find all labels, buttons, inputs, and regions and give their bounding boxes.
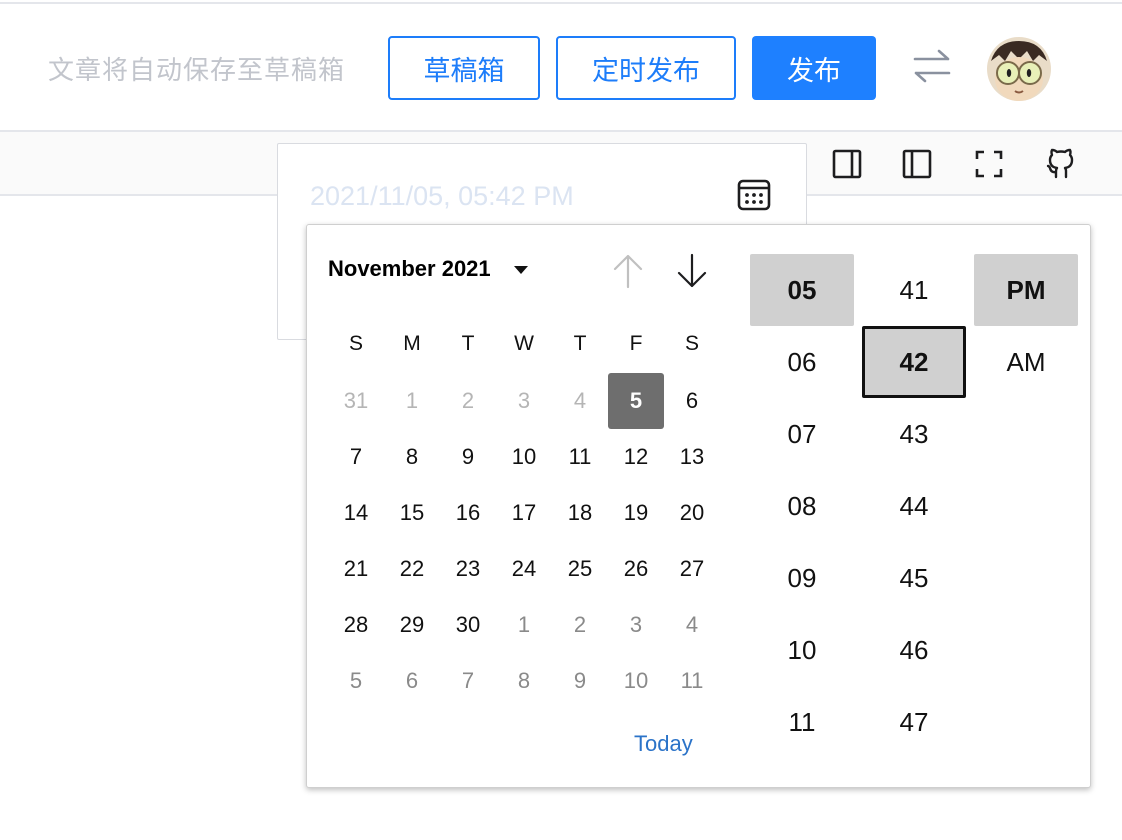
- calendar-day[interactable]: 4: [552, 373, 608, 429]
- calendar-day[interactable]: 10: [608, 653, 664, 709]
- split-left-icon[interactable]: [900, 147, 934, 181]
- calendar-day[interactable]: 8: [496, 653, 552, 709]
- hour-option[interactable]: 07: [750, 398, 854, 470]
- calendar-day[interactable]: 12: [608, 429, 664, 485]
- publish-button[interactable]: 发布: [752, 36, 876, 100]
- calendar-day[interactable]: 25: [552, 541, 608, 597]
- hour-option[interactable]: 11: [750, 686, 854, 758]
- calendar-day[interactable]: 18: [552, 485, 608, 541]
- hour-option[interactable]: 06: [750, 326, 854, 398]
- calendar-day[interactable]: 9: [552, 653, 608, 709]
- datetime-input[interactable]: [310, 176, 710, 216]
- period-option[interactable]: PM: [974, 254, 1078, 326]
- weekday-label: W: [514, 332, 534, 355]
- calendar-day[interactable]: 31: [328, 373, 384, 429]
- calendar-day[interactable]: 2: [552, 597, 608, 653]
- calendar-day[interactable]: 11: [552, 429, 608, 485]
- calendar-day[interactable]: 11: [664, 653, 720, 709]
- calendar-day[interactable]: 7: [440, 653, 496, 709]
- hour-option[interactable]: 05: [750, 254, 854, 326]
- weekday-label: S: [348, 332, 363, 355]
- calendar-day[interactable]: 19: [608, 485, 664, 541]
- drafts-button[interactable]: 草稿箱: [388, 36, 540, 100]
- avatar-image: [987, 37, 1051, 101]
- split-right-icon[interactable]: [830, 147, 864, 181]
- fullscreen-icon[interactable]: [972, 147, 1006, 181]
- calendar-day[interactable]: 28: [328, 597, 384, 653]
- minute-option[interactable]: 44: [862, 470, 966, 542]
- calendar-day[interactable]: 6: [384, 653, 440, 709]
- schedule-publish-button[interactable]: 定时发布: [556, 36, 736, 100]
- minute-option[interactable]: 42: [862, 326, 966, 398]
- calendar-day[interactable]: 4: [664, 597, 720, 653]
- calendar-day[interactable]: 9: [440, 429, 496, 485]
- avatar[interactable]: [987, 37, 1051, 101]
- arrow-up-icon[interactable]: [610, 252, 646, 290]
- arrow-down-icon[interactable]: [674, 252, 710, 290]
- weekday-label: S: [684, 332, 699, 355]
- weekday-label: M: [403, 332, 421, 355]
- calendar-day[interactable]: 8: [384, 429, 440, 485]
- calendar-day[interactable]: 1: [384, 373, 440, 429]
- weekday-label: T: [573, 332, 587, 355]
- calendar-day[interactable]: 20: [664, 485, 720, 541]
- calendar-day[interactable]: 1: [496, 597, 552, 653]
- calendar-icon[interactable]: [736, 176, 772, 212]
- minute-option[interactable]: 43: [862, 398, 966, 470]
- calendar-day[interactable]: 17: [496, 485, 552, 541]
- period-option[interactable]: AM: [974, 326, 1078, 398]
- autosave-hint: 文章将自动保存至草稿箱: [48, 55, 346, 85]
- hour-option[interactable]: 09: [750, 542, 854, 614]
- caret-down-icon[interactable]: [514, 266, 528, 274]
- calendar-day[interactable]: 3: [496, 373, 552, 429]
- calendar-day[interactable]: 30: [440, 597, 496, 653]
- hour-option[interactable]: 10: [750, 614, 854, 686]
- month-year-selector[interactable]: November 2021: [328, 256, 491, 282]
- calendar-day[interactable]: 13: [664, 429, 720, 485]
- calendar-day[interactable]: 5: [608, 373, 664, 429]
- weekday-label: F: [629, 332, 643, 355]
- calendar-day[interactable]: 7: [328, 429, 384, 485]
- swap-arrows-icon[interactable]: [910, 46, 954, 86]
- calendar-day[interactable]: 21: [328, 541, 384, 597]
- calendar-day[interactable]: 24: [496, 541, 552, 597]
- hour-option[interactable]: 08: [750, 470, 854, 542]
- today-button[interactable]: Today: [634, 731, 693, 757]
- calendar-day[interactable]: 16: [440, 485, 496, 541]
- calendar-day[interactable]: 15: [384, 485, 440, 541]
- github-icon[interactable]: [1044, 147, 1078, 181]
- calendar-day[interactable]: 2: [440, 373, 496, 429]
- minute-option[interactable]: 46: [862, 614, 966, 686]
- calendar-day[interactable]: 27: [664, 541, 720, 597]
- calendar-day[interactable]: 14: [328, 485, 384, 541]
- calendar-day[interactable]: 6: [664, 373, 720, 429]
- calendar-day[interactable]: 29: [384, 597, 440, 653]
- calendar-day[interactable]: 22: [384, 541, 440, 597]
- calendar-day[interactable]: 3: [608, 597, 664, 653]
- minute-option[interactable]: 45: [862, 542, 966, 614]
- calendar-day[interactable]: 10: [496, 429, 552, 485]
- minute-option[interactable]: 41: [862, 254, 966, 326]
- top-divider: [0, 0, 1122, 4]
- calendar-day[interactable]: 26: [608, 541, 664, 597]
- calendar-day[interactable]: 5: [328, 653, 384, 709]
- calendar-day[interactable]: 23: [440, 541, 496, 597]
- weekday-label: T: [461, 332, 475, 355]
- minute-option[interactable]: 47: [862, 686, 966, 758]
